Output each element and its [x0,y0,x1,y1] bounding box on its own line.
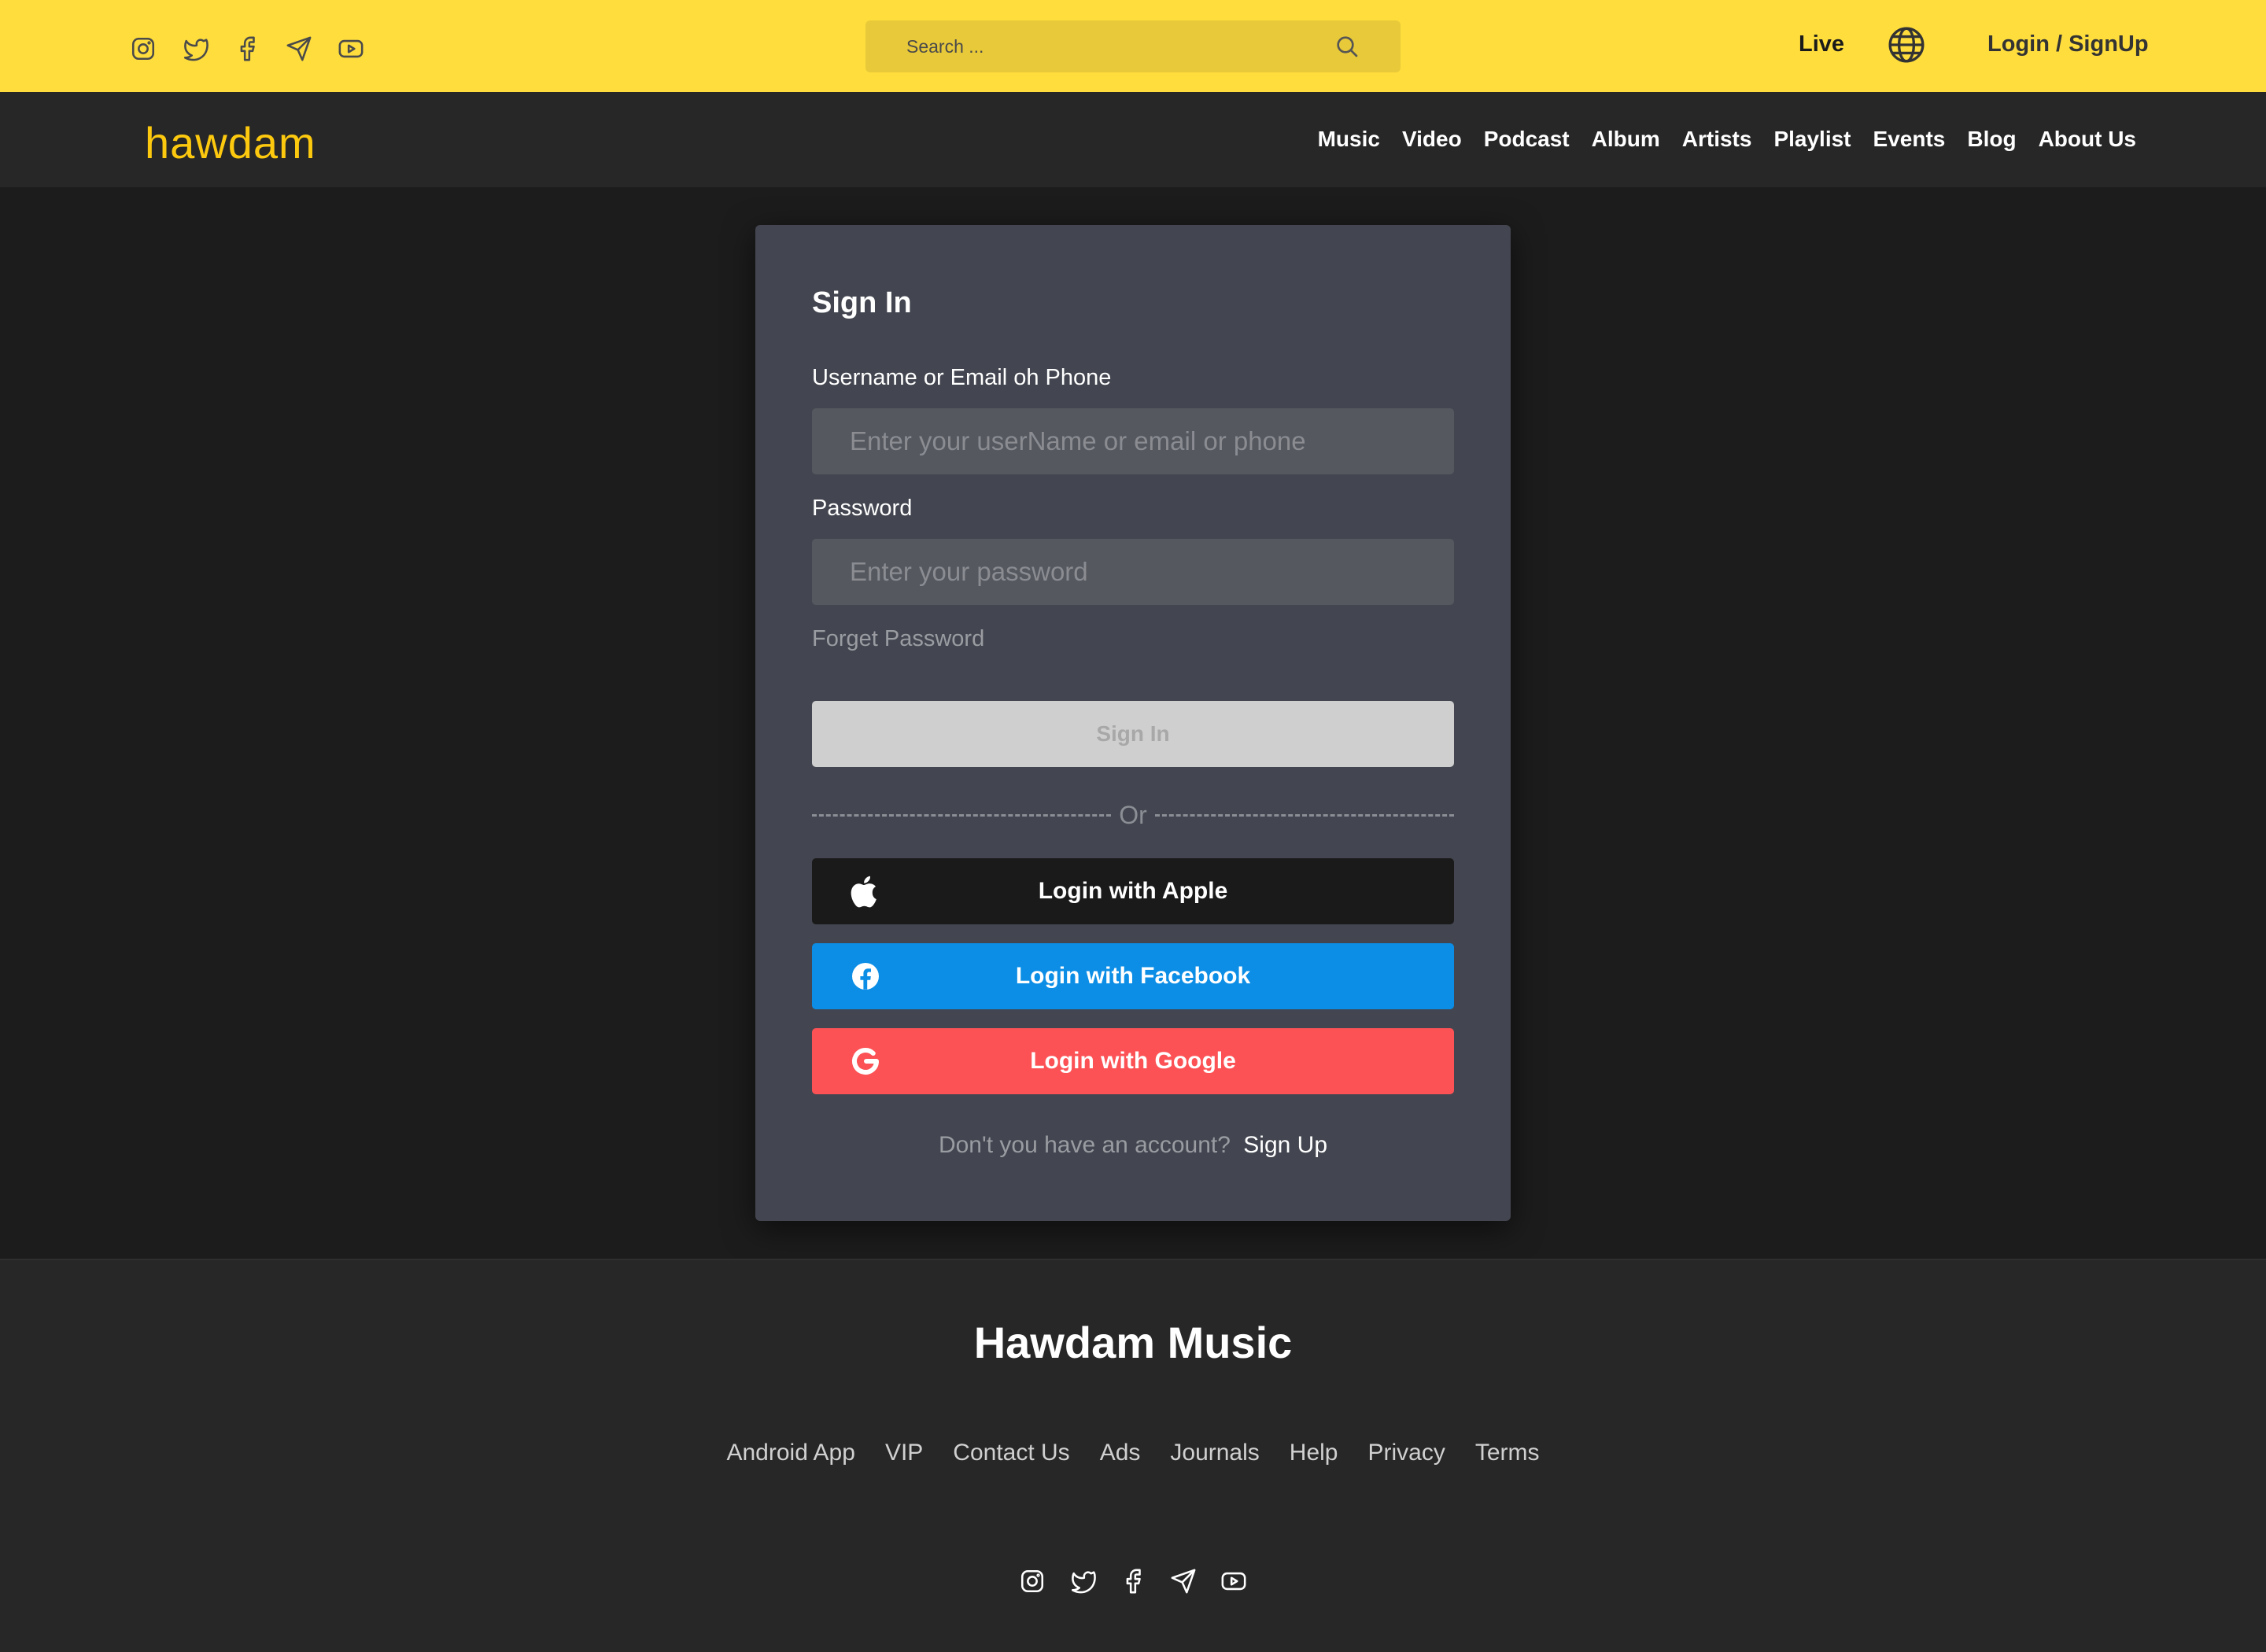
signin-button[interactable]: Sign In [812,701,1454,767]
youtube-icon[interactable] [335,33,367,65]
footer-title: Hawdam Music [973,1318,1293,1367]
password-field[interactable] [812,539,1454,605]
login-google-label: Login with Google [1030,1048,1236,1074]
nav-menu: Music Video Podcast Album Artists Playli… [1296,127,2136,152]
username-label: Username or Email oh Phone [812,365,1112,390]
nav-item-album[interactable]: Album [1592,127,1660,152]
login-apple-label: Login with Apple [1038,878,1228,904]
live-link[interactable]: Live [1799,31,1844,57]
footer-link-contact-us[interactable]: Contact Us [953,1440,1069,1466]
top-bar: Live Login / SignUp [0,0,2266,92]
facebook-icon[interactable] [1117,1565,1149,1597]
nav-item-artists[interactable]: Artists [1682,127,1752,152]
login-apple-button[interactable]: Login with Apple [812,858,1454,924]
login-facebook-label: Login with Facebook [1015,963,1251,989]
footer-link-privacy[interactable]: Privacy [1368,1440,1445,1466]
search-icon[interactable] [1323,23,1371,70]
telegram-icon[interactable] [283,33,315,65]
main-nav: hawdam Music Video Podcast Album Artists… [0,92,2266,187]
login-signup-link[interactable]: Login / SignUp [1987,31,2149,57]
search-input[interactable] [865,20,1323,72]
nav-item-about-us[interactable]: About Us [2039,127,2136,152]
divider-line [812,813,1112,817]
footer-link-help[interactable]: Help [1290,1440,1338,1466]
search-bar [865,20,1401,72]
header-social-links [127,33,387,65]
footer: Hawdam Music Android App VIP Contact Us … [0,1259,2266,1652]
logo[interactable]: hawdam [145,117,316,168]
nav-item-podcast[interactable]: Podcast [1484,127,1570,152]
nav-item-blog[interactable]: Blog [1967,127,2016,152]
forget-password-link[interactable]: Forget Password [812,626,984,652]
twitter-icon[interactable] [179,33,211,65]
footer-link-ads[interactable]: Ads [1100,1440,1141,1466]
footer-link-terms[interactable]: Terms [1475,1440,1540,1466]
footer-links: Android App VIP Contact Us Ads Journals … [0,1440,2266,1466]
nav-item-playlist[interactable]: Playlist [1773,127,1851,152]
nav-item-video[interactable]: Video [1402,127,1462,152]
instagram-icon[interactable] [1017,1565,1048,1597]
signin-title: Sign In [812,286,912,319]
instagram-icon[interactable] [127,33,159,65]
facebook-icon [847,957,884,995]
nav-item-events[interactable]: Events [1873,127,1946,152]
footer-social-links [1017,1565,1268,1597]
footer-link-vip[interactable]: VIP [885,1440,923,1466]
youtube-icon[interactable] [1218,1565,1249,1597]
facebook-icon[interactable] [231,33,263,65]
twitter-icon[interactable] [1067,1565,1098,1597]
login-facebook-button[interactable]: Login with Facebook [812,943,1454,1009]
globe-icon[interactable] [1887,25,1926,65]
username-field[interactable] [812,408,1454,474]
google-icon [847,1042,884,1080]
login-google-button[interactable]: Login with Google [812,1028,1454,1094]
signup-link[interactable]: Sign Up [1243,1132,1327,1158]
footer-link-journals[interactable]: Journals [1170,1440,1259,1466]
or-divider: Or [812,798,1455,832]
apple-icon [847,872,884,910]
signin-card: Sign In Username or Email oh Phone Passw… [755,225,1511,1221]
password-label: Password [812,496,913,521]
divider-label: Or [1119,800,1147,829]
telegram-icon[interactable] [1168,1565,1199,1597]
account-prompt-text: Don't you have an account? [938,1132,1231,1158]
signup-prompt: Don't you have an account? Sign Up [755,1132,1511,1159]
divider-line [1154,813,1455,817]
footer-link-android-app[interactable]: Android App [726,1440,854,1466]
nav-item-music[interactable]: Music [1318,127,1380,152]
